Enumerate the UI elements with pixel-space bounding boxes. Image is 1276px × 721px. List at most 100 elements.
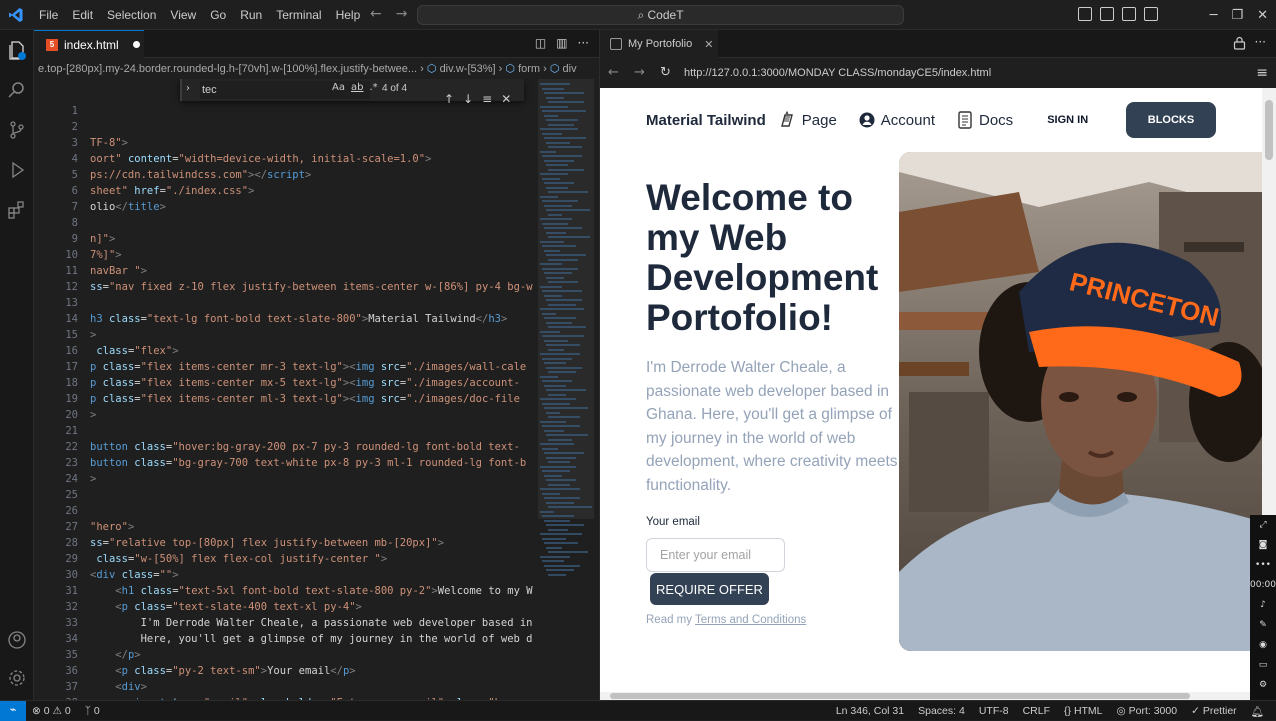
forward-arrow-icon[interactable]: → [396, 6, 408, 22]
code-line[interactable] [90, 487, 570, 503]
code-line[interactable]: ps://cdn.tailwindcss.com"></script> [90, 167, 570, 183]
menu-file[interactable]: File [32, 8, 65, 22]
match-case-toggle[interactable]: Aa [332, 82, 345, 93]
breadcrumb-item-div2[interactable]: div [563, 63, 577, 75]
code-line[interactable]: </p> [90, 647, 570, 663]
code-line[interactable]: class="flex"> [90, 343, 570, 359]
webcam-icon[interactable]: ◉ [1250, 635, 1276, 655]
previous-match-icon[interactable]: ↑ [444, 92, 454, 106]
page-horizontal-scrollbar[interactable] [600, 692, 1262, 700]
remote-indicator-icon[interactable]: ⌁ [0, 701, 26, 721]
code-line[interactable]: button class="bg-gray-700 text-white px-… [90, 455, 570, 471]
language-mode[interactable]: {} HTML [1064, 705, 1103, 717]
code-line[interactable]: TF-8"> [90, 135, 570, 151]
tab-my-portofolio[interactable]: My Portofolio ✕ [600, 30, 718, 58]
back-arrow-icon[interactable]: ← [370, 6, 382, 22]
live-server-port[interactable]: ◎ Port: 3000 [1117, 705, 1178, 717]
code-line[interactable]: <div> [90, 679, 570, 695]
code-line[interactable]: <p class="py-2 text-sm">Your email</p> [90, 663, 570, 679]
code-line[interactable]: navBar "> [90, 263, 570, 279]
code-content[interactable]: TF-8"> oort" content="width=device-width,… [90, 103, 570, 700]
find-in-selection-icon[interactable]: ≡ [482, 92, 492, 106]
code-line[interactable]: "hero"> [90, 519, 570, 535]
cursor-position[interactable]: Ln 346, Col 31 [836, 705, 904, 717]
page-scrollbar-thumb[interactable] [1265, 100, 1273, 160]
nav-page[interactable]: Page [778, 111, 837, 129]
code-line[interactable]: ss="relative top-[80px] flex justify-bet… [90, 535, 570, 551]
toggle-sidebar-icon[interactable] [1078, 7, 1092, 21]
encoding[interactable]: UTF-8 [979, 705, 1009, 717]
toggle-replace-chevron-icon[interactable]: › [186, 83, 190, 94]
ports-indicator[interactable]: ᛉ 0 [85, 705, 100, 717]
sign-in-button[interactable]: SIGN IN [1047, 114, 1088, 126]
code-line[interactable] [90, 119, 570, 135]
code-line[interactable] [90, 215, 570, 231]
code-line[interactable]: ss="nav fixed z-10 flex justify-between … [90, 279, 570, 295]
reload-icon[interactable]: ↻ [660, 65, 671, 80]
maximize-icon[interactable]: ❐ [1231, 8, 1243, 23]
code-line[interactable]: p class="flex items-center mx-5 text-lg"… [90, 375, 570, 391]
close-tab-icon[interactable]: ✕ [704, 38, 713, 51]
menu-help[interactable]: Help [329, 8, 368, 22]
pen-icon[interactable]: ✎ [1250, 615, 1276, 635]
command-center[interactable]: ⌕ CodeT [417, 5, 904, 25]
microphone-icon[interactable]: ♪ [1250, 595, 1276, 615]
menu-edit[interactable]: Edit [65, 8, 100, 22]
code-line[interactable]: n]"> [90, 231, 570, 247]
code-line[interactable]: sheet" href="./index.css"> [90, 183, 570, 199]
customize-layout-icon[interactable] [1144, 7, 1158, 21]
hamburger-menu-icon[interactable]: ≡ [1256, 65, 1268, 81]
account-icon[interactable] [7, 630, 27, 650]
code-line[interactable]: class="w-[50%] flex flex-col justify-cen… [90, 551, 570, 567]
toggle-panel-icon[interactable] [1100, 7, 1114, 21]
next-match-icon[interactable]: ↓ [463, 92, 473, 106]
page-horizontal-thumb[interactable] [610, 693, 1190, 699]
line-endings[interactable]: CRLF [1023, 705, 1050, 717]
code-editor[interactable]: 1 2 3 4 5 6 7 8 9 10 11 12 13 14 15 16 17 18 19 20 21 22 23 24 2… [34, 79, 599, 700]
open-preview-icon[interactable]: ◫ [535, 36, 546, 50]
url-input[interactable]: http://127.0.0.1:3000/MONDAY CLASS/monda… [684, 63, 1244, 83]
indentation[interactable]: Spaces: 4 [918, 705, 965, 717]
breadcrumb-path[interactable]: e.top-[280px].my-24.border.rounded-lg.h-… [38, 63, 417, 75]
code-line[interactable]: I'm Derrode Walter Cheale, a passionate … [90, 615, 570, 631]
search-icon[interactable] [7, 80, 27, 100]
manage-gear-icon[interactable] [7, 668, 27, 688]
close-find-icon[interactable]: ✕ [501, 92, 511, 106]
run-debug-icon[interactable] [7, 160, 27, 180]
code-line[interactable]: Here, you'll get a glimpse of my journey… [90, 631, 570, 647]
code-line[interactable]: <p class="text-slate-400 text-xl py-4"> [90, 599, 570, 615]
code-line[interactable]: p class="flex items-center ml-3 text-lg"… [90, 391, 570, 407]
menu-terminal[interactable]: Terminal [269, 8, 328, 22]
email-input[interactable] [646, 538, 785, 572]
code-line[interactable]: olio</title> [90, 199, 570, 215]
menu-view[interactable]: View [163, 8, 203, 22]
code-line[interactable]: > [90, 471, 570, 487]
notifications-bell-icon[interactable]: 🔔︎ [1251, 705, 1264, 718]
extensions-icon[interactable] [7, 200, 27, 220]
code-line[interactable]: > [90, 407, 570, 423]
require-offer-button[interactable]: REQUIRE OFFER [650, 573, 769, 605]
code-line[interactable] [90, 295, 570, 311]
window-icon[interactable]: ▭ [1250, 655, 1276, 675]
problems-indicator[interactable]: ⊗ 0 ⚠ 0 [32, 705, 71, 717]
code-line[interactable]: p class="flex items-center mr-3 text-lg"… [90, 359, 570, 375]
nav-docs[interactable]: Docs [957, 111, 1013, 129]
camera-icon[interactable]: ◙ [1250, 535, 1276, 555]
menu-selection[interactable]: Selection [100, 8, 163, 22]
code-line[interactable]: button class="hover:bg-gray-200 px-7 py-… [90, 439, 570, 455]
prettier-status[interactable]: ✓ Prettier [1191, 705, 1237, 717]
site-brand[interactable]: Material Tailwind [646, 112, 766, 129]
browser-back-icon[interactable]: ← [608, 65, 619, 80]
code-line[interactable]: <h1 class="text-5xl font-bold text-slate… [90, 583, 570, 599]
regex-toggle[interactable]: .* [369, 82, 377, 93]
lock-icon[interactable] [1233, 36, 1246, 50]
breadcrumb-item-div[interactable]: div.w-[53%] [440, 63, 496, 75]
split-editor-icon[interactable]: ▥ [556, 36, 567, 50]
code-line[interactable]: h3 class="text-lg font-bold text-slate-8… [90, 311, 570, 327]
more-actions-icon[interactable]: ··· [1255, 35, 1266, 49]
settings-icon[interactable]: ⚙ [1250, 675, 1276, 695]
minimap[interactable] [538, 79, 594, 700]
source-control-icon[interactable] [7, 120, 27, 140]
terms-link[interactable]: Terms and Conditions [695, 614, 806, 626]
code-line[interactable] [90, 423, 570, 439]
